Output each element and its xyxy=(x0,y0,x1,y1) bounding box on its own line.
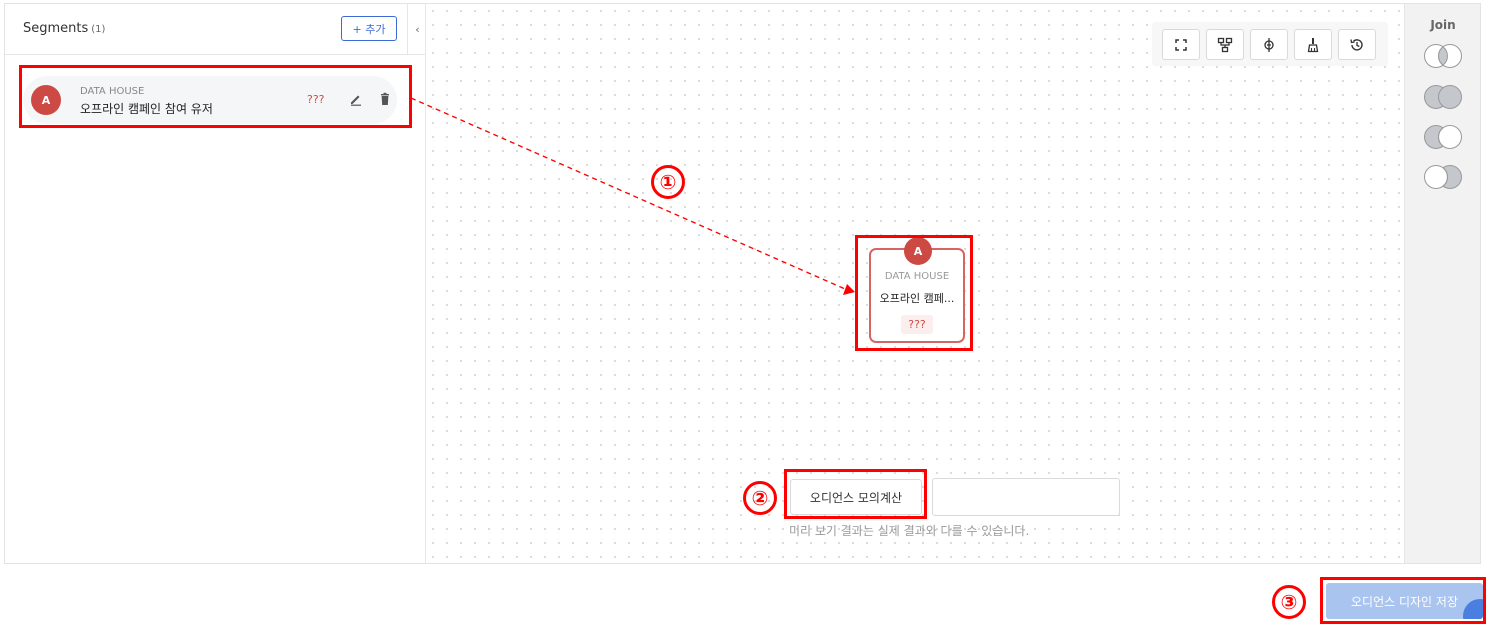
left-exclusive-join-icon[interactable] xyxy=(1421,124,1465,150)
design-canvas[interactable]: A DATA HOUSE 오프라인 캠페... ??? 오디언스 모의계산 미리… xyxy=(425,4,1404,563)
history-icon xyxy=(1350,38,1363,51)
segment-source: DATA HOUSE xyxy=(80,86,145,97)
clean-canvas-button[interactable] xyxy=(1294,29,1332,60)
clean-icon xyxy=(1307,37,1319,52)
node-avatar: A xyxy=(904,237,932,265)
segments-title: Segments (1) xyxy=(23,21,105,36)
simulation-result-field xyxy=(932,478,1120,516)
segment-item[interactable]: A DATA HOUSE 오프라인 캠페인 참여 유저 ??? xyxy=(23,76,397,124)
segments-count: (1) xyxy=(91,24,106,35)
audience-designer: Segments (1) + 추가 ‹ A DATA HOUSE 오프라인 캠페인… xyxy=(4,3,1481,564)
auto-layout-button[interactable] xyxy=(1206,29,1244,60)
segment-count: ??? xyxy=(307,93,325,106)
fit-screen-icon xyxy=(1175,38,1187,51)
align-center-button[interactable] xyxy=(1250,29,1288,60)
collapse-panel-button[interactable]: ‹ xyxy=(407,4,427,55)
annotation-step-2: ② xyxy=(743,481,777,515)
node-name: 오프라인 캠페... xyxy=(879,292,955,305)
fit-screen-button[interactable] xyxy=(1162,29,1200,60)
add-segment-button[interactable]: + 추가 xyxy=(341,16,397,41)
join-panel: Join xyxy=(1404,4,1480,563)
node-source: DATA HOUSE xyxy=(884,271,950,282)
node-count: ??? xyxy=(901,315,933,334)
canvas-toolbar xyxy=(1152,22,1388,66)
segment-node[interactable]: A DATA HOUSE 오프라인 캠페... ??? xyxy=(869,237,965,343)
union-join-icon[interactable] xyxy=(1421,84,1465,110)
edit-icon[interactable] xyxy=(349,92,363,106)
save-corner-decoration xyxy=(1463,599,1483,619)
right-exclusive-join-icon[interactable] xyxy=(1421,164,1465,190)
align-center-icon xyxy=(1264,37,1274,52)
history-button[interactable] xyxy=(1338,29,1376,60)
segments-header: Segments (1) + 추가 xyxy=(5,4,408,55)
segments-title-label: Segments xyxy=(23,21,89,36)
join-title: Join xyxy=(1430,18,1456,32)
save-audience-design-button[interactable]: 오디언스 디자인 저장 xyxy=(1326,583,1483,619)
audience-simulate-button[interactable]: 오디언스 모의계산 xyxy=(790,479,922,515)
chevron-left-icon: ‹ xyxy=(415,22,420,36)
delete-icon[interactable] xyxy=(378,92,392,106)
segment-name: 오프라인 캠페인 참여 유저 xyxy=(80,102,213,116)
segment-avatar: A xyxy=(31,85,61,115)
segments-panel: Segments (1) + 추가 ‹ A DATA HOUSE 오프라인 캠페인… xyxy=(5,4,427,563)
simulation-note: 미리 보기 결과는 실제 결과와 다를 수 있습니다. xyxy=(789,524,1030,538)
intersection-join-icon[interactable] xyxy=(1421,43,1465,69)
annotation-step-1: ① xyxy=(651,165,685,199)
save-button-label: 오디언스 디자인 저장 xyxy=(1351,594,1458,609)
annotation-step-3: ③ xyxy=(1272,585,1306,619)
hierarchy-icon xyxy=(1217,37,1233,52)
